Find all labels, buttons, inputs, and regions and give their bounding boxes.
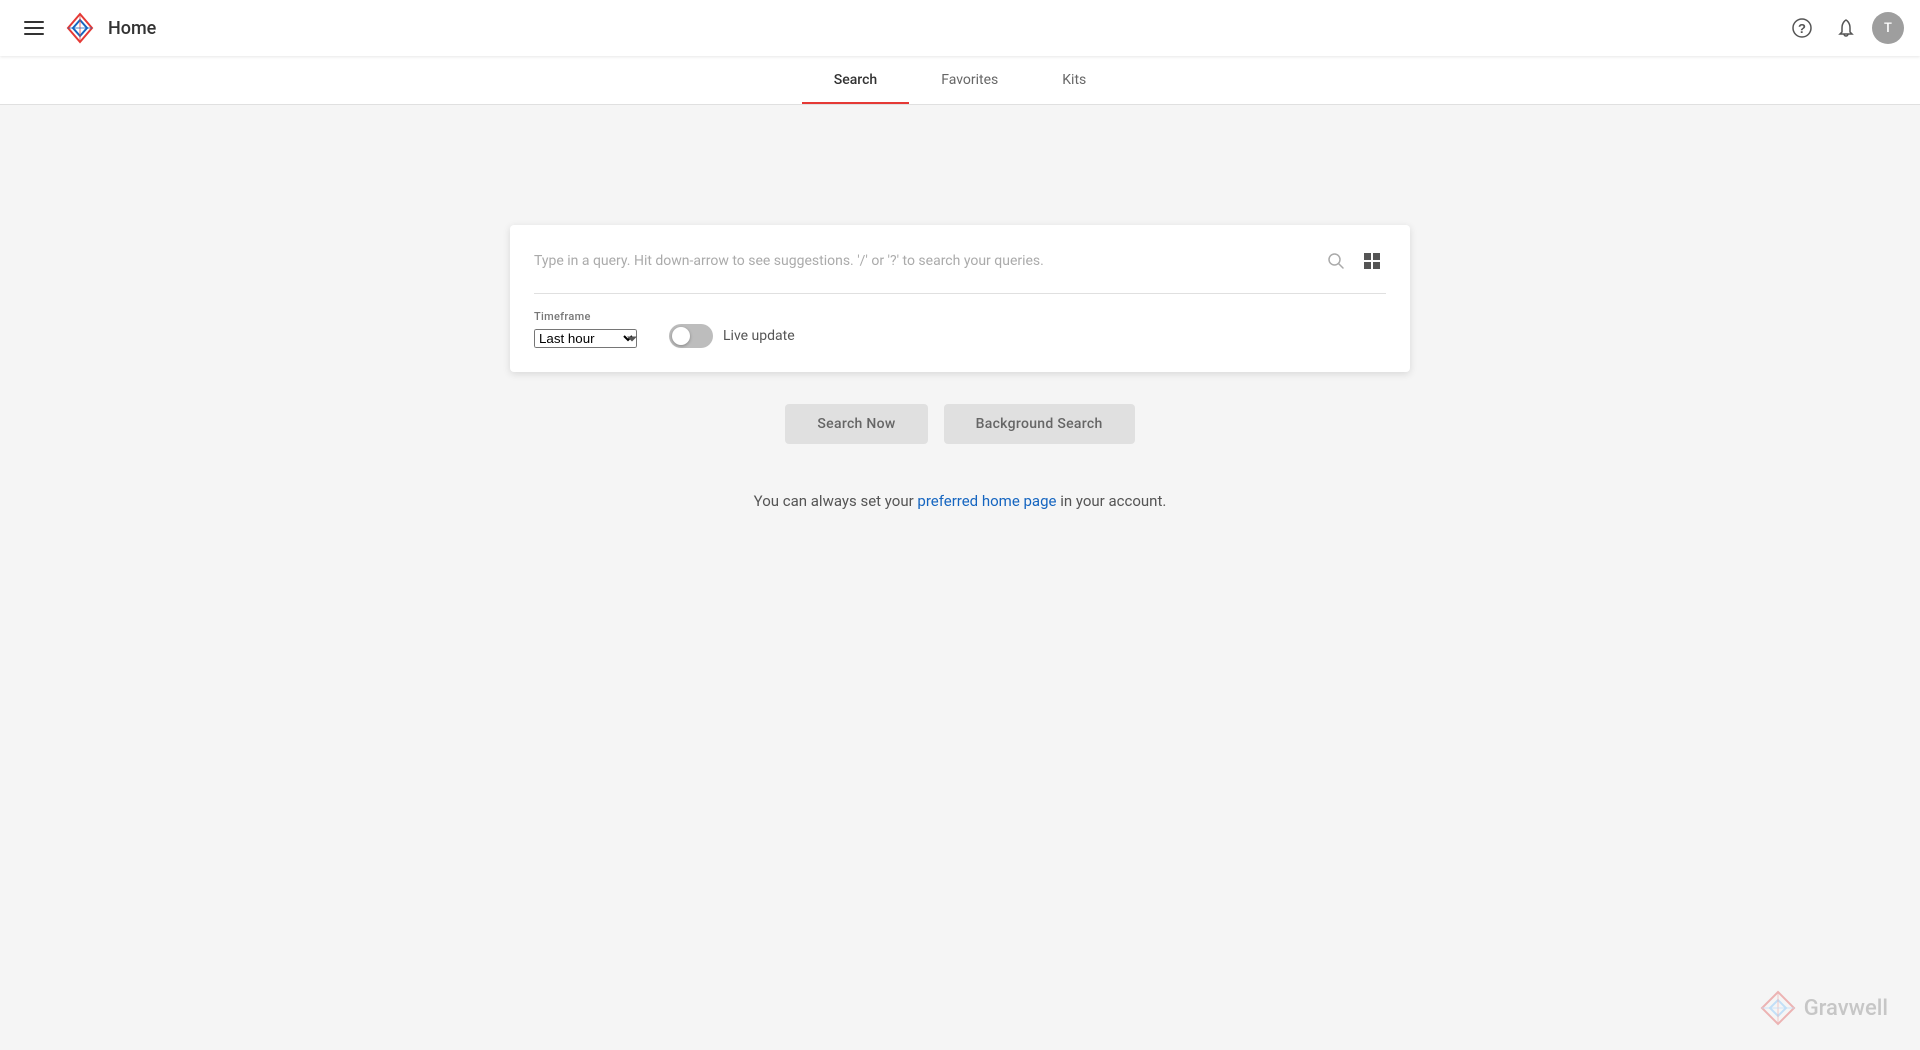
timeframe-group: Timeframe Last hour Last 24 hours Last 7… [534,310,637,348]
hamburger-menu-button[interactable] [16,10,52,46]
page-title: Home [108,18,156,39]
preferred-home-page-link[interactable]: preferred home page [917,492,1056,510]
svg-text:?: ? [1798,21,1806,36]
watermark-brand: Gravwell [1804,996,1888,1021]
tab-favorites[interactable]: Favorites [909,56,1030,104]
timeframe-label: Timeframe [534,310,637,323]
info-text-before: You can always set your [754,492,918,510]
timeframe-select[interactable]: Last hour Last 24 hours Last 7 days Last… [534,329,637,348]
search-input-icons [1322,247,1386,275]
main-content: Timeframe Last hour Last 24 hours Last 7… [0,105,1920,510]
buttons-row: Search Now Background Search [785,404,1134,444]
tab-kits[interactable]: Kits [1030,56,1118,104]
nav-tabs: Search Favorites Kits [0,56,1920,105]
timeframe-row: Timeframe Last hour Last 24 hours Last 7… [534,310,1386,348]
search-now-button[interactable]: Search Now [785,404,927,444]
live-update-toggle[interactable] [669,324,713,348]
magnifier-icon [1327,252,1345,270]
watermark: Gravwell [1760,990,1888,1026]
header-right: ? T [1784,10,1904,46]
watermark-logo-icon [1760,990,1796,1026]
tab-search[interactable]: Search [802,56,909,104]
search-input-row [534,245,1386,294]
background-search-button[interactable]: Background Search [944,404,1135,444]
help-button[interactable]: ? [1784,10,1820,46]
info-text: You can always set your preferred home p… [754,492,1167,510]
timeframe-select-wrapper: Last hour Last 24 hours Last 7 days Last… [534,329,637,348]
avatar[interactable]: T [1872,12,1904,44]
grid-view-button[interactable] [1358,247,1386,275]
bell-icon [1836,18,1856,38]
grid-icon [1362,251,1382,271]
search-input[interactable] [534,245,1322,277]
help-icon: ? [1792,18,1812,38]
app-header: Home ? T [0,0,1920,56]
search-box: Timeframe Last hour Last 24 hours Last 7… [510,225,1410,372]
toggle-slider [669,324,713,348]
notifications-button[interactable] [1828,10,1864,46]
live-update-group: Live update [669,324,795,348]
search-magnifier-button[interactable] [1322,247,1350,275]
live-update-label: Live update [723,328,795,344]
info-text-after: in your account. [1056,492,1166,510]
logo-icon [64,12,96,44]
logo [64,12,96,44]
menu-icon [20,17,48,39]
header-left: Home [16,10,156,46]
